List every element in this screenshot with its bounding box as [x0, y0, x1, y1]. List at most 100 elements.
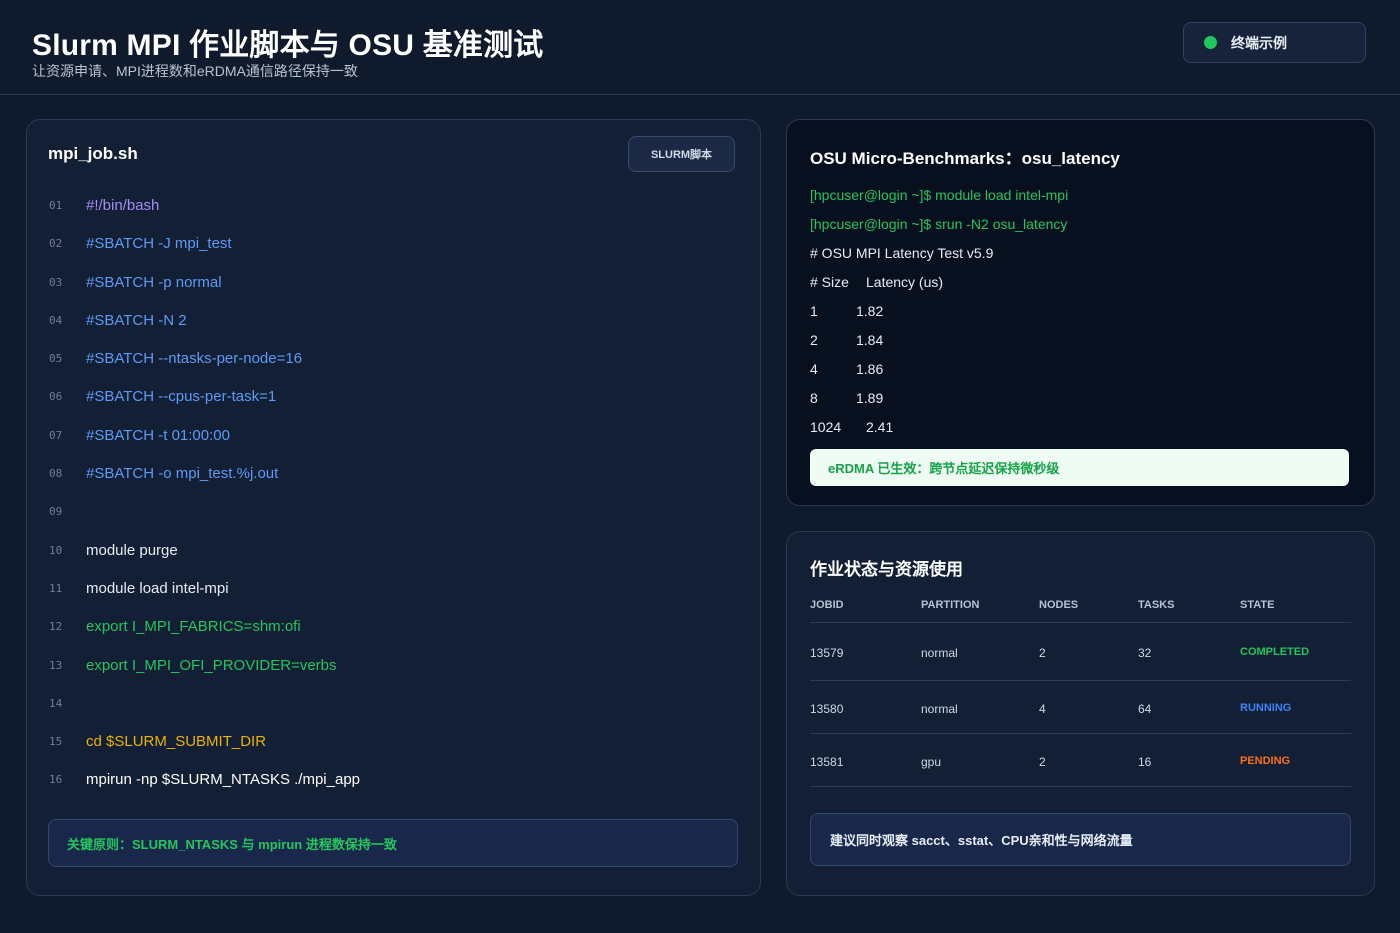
- job-tasks: 32: [1138, 646, 1152, 660]
- code-text: export I_MPI_FABRICS=shm:ofi: [86, 618, 301, 636]
- code-text: #SBATCH --ntasks-per-node=16: [86, 350, 303, 368]
- job-state-badge: PENDING: [1240, 755, 1291, 767]
- latency-column-header: Latency (us): [866, 274, 944, 290]
- line-number: 06: [49, 390, 63, 404]
- line-number: 16: [49, 773, 63, 787]
- job-partition: gpu: [921, 755, 942, 769]
- job-nodes: 4: [1039, 702, 1046, 716]
- job-state-badge: RUNNING: [1240, 702, 1292, 714]
- terminal-command: [hpcuser@login ~]$ module load intel-mpi: [810, 187, 1069, 203]
- code-line: 04 #SBATCH -N 2: [27, 302, 760, 340]
- size-column-header: # Size: [810, 274, 849, 290]
- terminal-output: [hpcuser@login ~]$ module load intel-mpi…: [810, 187, 1350, 448]
- job-jobid: 13581: [810, 755, 844, 769]
- code-text: #SBATCH --cpus-per-task=1: [86, 388, 277, 406]
- code-line: 12 export I_MPI_FABRICS=shm:ofi: [27, 608, 760, 646]
- line-number: 09: [49, 505, 63, 519]
- latency-row: 1024 2.41: [810, 419, 1350, 448]
- job-tasks: 16: [1138, 755, 1152, 769]
- osu-terminal-panel: OSU Micro-Benchmarks：osu_latency [hpcuse…: [786, 119, 1375, 506]
- monitoring-suggestion: 建议同时观察 sacct、sstat、CPU亲和性与网络流量: [810, 813, 1351, 866]
- code-line: 07 #SBATCH -t 01:00:00: [27, 417, 760, 455]
- code-line: 08 #SBATCH -o mpi_test.%j.out: [27, 455, 760, 493]
- job-panel-title: 作业状态与资源使用: [810, 560, 963, 579]
- line-number: 07: [49, 428, 63, 442]
- latency-value: 2.41: [866, 419, 894, 435]
- osu-panel-title: OSU Micro-Benchmarks：osu_latency: [810, 149, 1120, 168]
- table-header-row: JOBID PARTITION NODES TASKS STATE: [810, 588, 1351, 623]
- job-table: JOBID PARTITION NODES TASKS STATE 13579 n…: [810, 588, 1351, 787]
- code-line: 11 module load intel-mpi: [27, 570, 760, 608]
- code-line: 15 cd $SLURM_SUBMIT_DIR: [27, 723, 760, 761]
- table-row[interactable]: 13579 normal 2 32 COMPLETED: [810, 623, 1351, 681]
- job-partition: normal: [921, 646, 958, 660]
- table-row[interactable]: 13581 gpu 2 16 PENDING: [810, 734, 1351, 787]
- job-status-panel: 作业状态与资源使用 JOBID PARTITION NODES TASKS ST…: [786, 531, 1375, 896]
- latency-value: 1.86: [856, 361, 884, 377]
- code-text: module purge: [86, 541, 178, 559]
- code-text: #SBATCH -J mpi_test: [86, 235, 232, 253]
- latency-rows: 1 1.82 2 1.84 4 1.86 8 1.89 1024 2.41: [810, 303, 1350, 448]
- line-number: 01: [49, 199, 63, 212]
- code-text: #SBATCH -p normal: [86, 273, 222, 291]
- page-header: Slurm MPI 作业脚本与 OSU 基准测试 让资源申请、MPI进程数和eR…: [0, 0, 1400, 95]
- line-number: 08: [49, 467, 63, 481]
- table-row[interactable]: 13580 normal 4 64 RUNNING: [810, 681, 1351, 734]
- latency-row: 2 1.84: [810, 332, 1350, 361]
- job-state-badge: COMPLETED: [1240, 646, 1310, 658]
- column-header-tasks: TASKS: [1138, 599, 1175, 611]
- message-size: 8: [810, 390, 818, 406]
- column-header-jobid: JOBID: [810, 599, 844, 611]
- line-number: 05: [49, 352, 63, 366]
- job-partition: normal: [921, 702, 958, 716]
- terminal-column-header: # Size Latency (us): [810, 274, 1350, 303]
- latency-value: 1.84: [856, 332, 884, 348]
- page-subtitle: 让资源申请、MPI进程数和eRDMA通信路径保持一致: [32, 63, 358, 79]
- code-block: 01 #!/bin/bash 02 #SBATCH -J mpi_test 03 #SBA…: [27, 187, 760, 800]
- code-text: export I_MPI_OFI_PROVIDER=verbs: [86, 656, 337, 674]
- code-line: 03 #SBATCH -p normal: [27, 264, 760, 302]
- erdma-status-banner: eRDMA 已生效：跨节点延迟保持微秒级: [810, 449, 1349, 486]
- line-number: 12: [49, 620, 63, 634]
- code-text: #SBATCH -N 2: [86, 311, 187, 329]
- code-line: 16 mpirun -np $SLURM_NTASKS ./mpi_app: [27, 761, 760, 799]
- line-number: 15: [49, 735, 63, 749]
- status-dot-icon: [1204, 36, 1217, 49]
- code-text: #SBATCH -t 01:00:00: [86, 426, 230, 444]
- terminal-command: [hpcuser@login ~]$ srun -N2 osu_latency: [810, 216, 1068, 232]
- message-size: 1: [810, 303, 818, 319]
- terminal-example-button[interactable]: 终端示例: [1183, 22, 1366, 63]
- line-number: 13: [49, 658, 63, 672]
- terminal-example-label: 终端示例: [1231, 34, 1287, 51]
- column-header-state: STATE: [1240, 599, 1275, 611]
- line-number: 14: [49, 696, 63, 710]
- latency-value: 1.89: [856, 390, 884, 406]
- line-number: 10: [49, 543, 63, 557]
- code-line: 06 #SBATCH --cpus-per-task=1: [27, 378, 760, 416]
- job-tasks: 64: [1138, 702, 1152, 716]
- latency-row: 4 1.86: [810, 361, 1350, 390]
- job-table-body: 13579 normal 2 32 COMPLETED 13580 normal 4 64 RUN…: [810, 623, 1351, 787]
- line-number: 03: [49, 275, 63, 289]
- principle-note: 关键原则：SLURM_NTASKS 与 mpirun 进程数保持一致: [48, 819, 738, 867]
- column-header-nodes: NODES: [1039, 599, 1079, 611]
- latency-value: 1.82: [856, 303, 884, 319]
- code-line: 13 export I_MPI_OFI_PROVIDER=verbs: [27, 647, 760, 685]
- code-text: mpirun -np $SLURM_NTASKS ./mpi_app: [86, 771, 360, 789]
- terminal-header-line: # OSU MPI Latency Test v5.9: [810, 245, 994, 261]
- job-nodes: 2: [1039, 755, 1046, 769]
- code-line: 14: [27, 685, 760, 723]
- code-line: 10 module purge: [27, 532, 760, 570]
- slurm-script-badge[interactable]: SLURM脚本: [628, 136, 735, 172]
- code-text: #!/bin/bash: [86, 197, 160, 214]
- latency-row: 1 1.82: [810, 303, 1350, 332]
- code-line: 01 #!/bin/bash: [27, 187, 760, 225]
- column-header-partition: PARTITION: [921, 599, 980, 611]
- script-panel: mpi_job.sh SLURM脚本 01 #!/bin/bash 02 #SBATC…: [26, 119, 761, 896]
- message-size: 1024: [810, 419, 842, 435]
- latency-row: 8 1.89: [810, 390, 1350, 419]
- code-text: cd $SLURM_SUBMIT_DIR: [86, 733, 267, 751]
- message-size: 2: [810, 332, 818, 348]
- code-line: 09: [27, 493, 760, 531]
- line-number: 11: [49, 581, 63, 595]
